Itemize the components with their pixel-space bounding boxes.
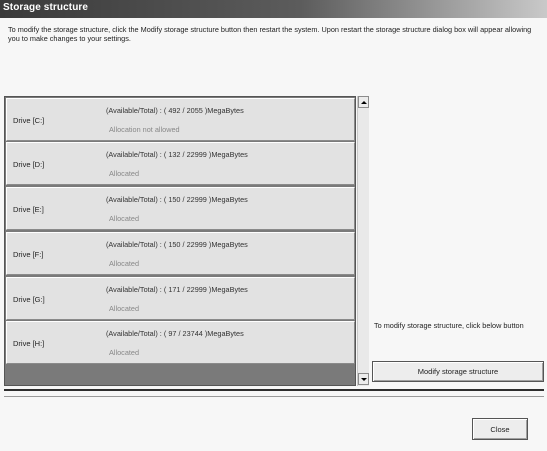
- drive-capacity: (Available/Total) : ( 97 / 23744 )MegaBy…: [106, 329, 244, 338]
- drive-capacity: (Available/Total) : ( 132 / 22999 )MegaB…: [106, 150, 248, 159]
- drive-status: Allocated: [109, 348, 140, 357]
- drive-row-d[interactable]: Drive [D:] (Available/Total) : ( 132 / 2…: [6, 142, 355, 185]
- window-title: Storage structure: [3, 2, 89, 13]
- drive-label: Drive [E:]: [13, 205, 44, 214]
- drive-status: Allocated: [109, 214, 140, 223]
- drive-label: Drive [D:]: [13, 160, 45, 169]
- title-bar: Storage structure: [0, 0, 547, 18]
- arrow-up-icon: [360, 100, 367, 104]
- close-button[interactable]: Close: [472, 418, 528, 440]
- drive-label: Drive [F:]: [13, 250, 44, 259]
- drive-label: Drive [G:]: [13, 295, 45, 304]
- drive-capacity: (Available/Total) : ( 171 / 22999 )MegaB…: [106, 285, 248, 294]
- drive-row-g[interactable]: Drive [G:] (Available/Total) : ( 171 / 2…: [6, 277, 355, 320]
- drive-status: Allocated: [109, 259, 140, 268]
- drive-list: Drive [C:] (Available/Total) : ( 492 / 2…: [4, 96, 356, 386]
- drive-label: Drive [H:]: [13, 339, 45, 348]
- drive-row-f[interactable]: Drive [F:] (Available/Total) : ( 150 / 2…: [6, 232, 355, 275]
- drive-row-h[interactable]: Drive [H:] (Available/Total) : ( 97 / 23…: [6, 321, 355, 364]
- modify-hint-text: To modify storage structure, click below…: [374, 321, 524, 330]
- description-text: To modify the storage structure, click t…: [8, 25, 532, 43]
- drive-status: Allocation not allowed: [109, 125, 180, 134]
- divider: [4, 396, 544, 397]
- divider: [4, 389, 544, 391]
- drive-list-scrollbar[interactable]: [357, 96, 369, 386]
- drive-capacity: (Available/Total) : ( 150 / 22999 )MegaB…: [106, 240, 248, 249]
- arrow-down-icon: [360, 377, 367, 381]
- drive-status: Allocated: [109, 304, 140, 313]
- modify-storage-structure-button[interactable]: Modify storage structure: [372, 361, 544, 382]
- scroll-up-button[interactable]: [358, 96, 369, 108]
- drive-label: Drive [C:]: [13, 116, 45, 125]
- drive-capacity: (Available/Total) : ( 492 / 2055 )MegaBy…: [106, 106, 244, 115]
- drive-capacity: (Available/Total) : ( 150 / 22999 )MegaB…: [106, 195, 248, 204]
- drive-status: Allocated: [109, 169, 140, 178]
- drive-row-c[interactable]: Drive [C:] (Available/Total) : ( 492 / 2…: [6, 98, 355, 141]
- scroll-down-button[interactable]: [358, 373, 369, 385]
- drive-row-e[interactable]: Drive [E:] (Available/Total) : ( 150 / 2…: [6, 187, 355, 230]
